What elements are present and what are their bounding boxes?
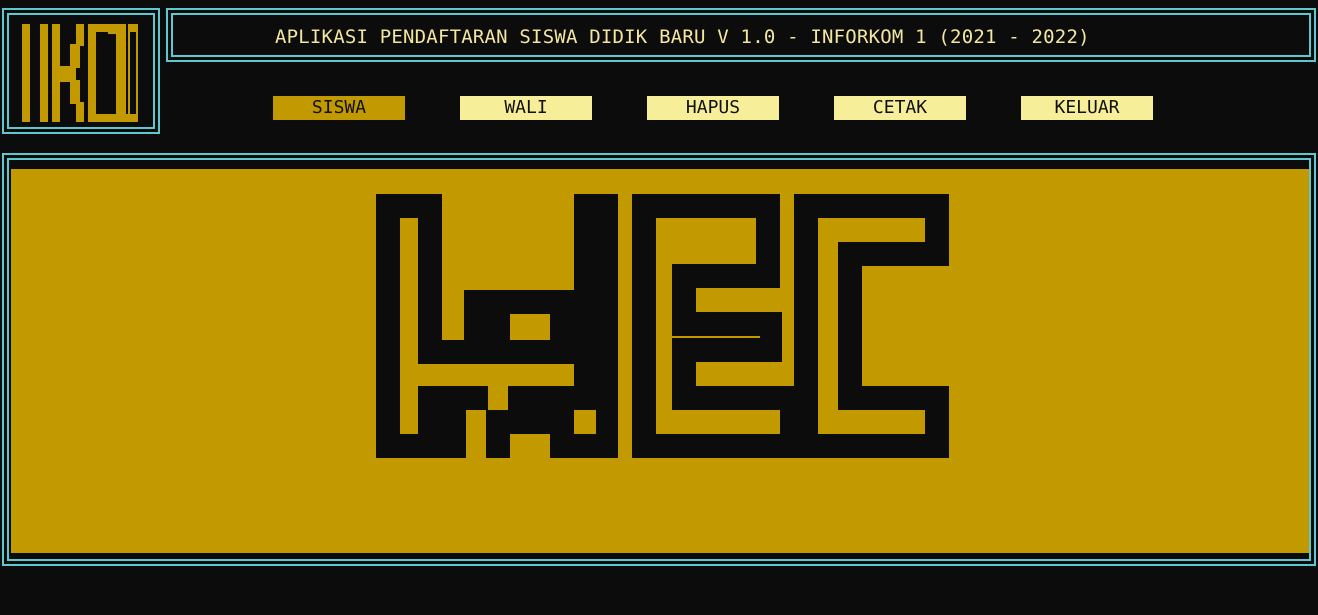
menu-button-hapus[interactable]: HAPUS	[647, 96, 779, 120]
menu-button-keluar[interactable]: KELUAR	[1021, 96, 1153, 120]
menu-button-wali[interactable]: WALI	[460, 96, 592, 120]
ik1-pixel-logo-icon	[22, 24, 138, 122]
menu-button-cetak[interactable]: CETAK	[834, 96, 966, 120]
menu-button-siswa[interactable]: SISWA	[273, 96, 405, 120]
logo-panel	[2, 8, 160, 134]
app-title: APLIKASI PENDAFTARAN SISWA DIDIK BARU V …	[275, 26, 1090, 48]
banner-canvas	[11, 169, 1309, 553]
title-panel: APLIKASI PENDAFTARAN SISWA DIDIK BARU V …	[166, 8, 1316, 62]
main-panel	[2, 153, 1316, 566]
wec-pixel-banner-icon	[376, 194, 949, 458]
